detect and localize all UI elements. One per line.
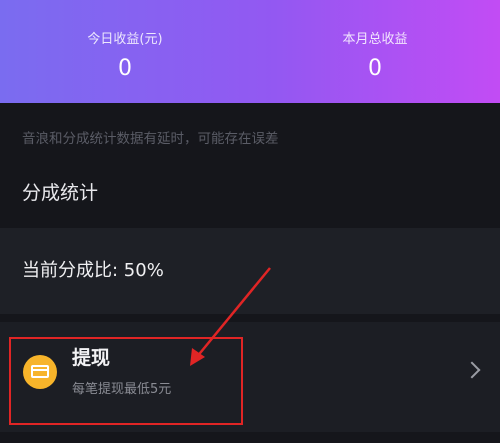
share-ratio-text: 当前分成比: 50%	[22, 260, 164, 281]
today-earnings-label: 今日收益(元)	[87, 32, 163, 47]
delay-notice: 音浪和分成统计数据有延时，可能存在误差	[22, 131, 279, 147]
month-earnings: 本月总收益 0	[250, 30, 500, 82]
chevron-right-icon[interactable]	[463, 361, 481, 379]
today-earnings-value: 0	[118, 56, 132, 81]
month-earnings-label: 本月总收益	[342, 32, 408, 47]
today-earnings: 今日收益(元) 0	[0, 30, 250, 82]
earnings-header: 今日收益(元) 0 本月总收益 0	[0, 0, 500, 103]
share-ratio-card: 当前分成比: 50%	[0, 228, 500, 314]
section-title: 分成统计	[22, 182, 99, 204]
annotation-highlight-box	[9, 337, 243, 425]
month-earnings-value: 0	[368, 56, 382, 81]
divider	[0, 314, 500, 322]
